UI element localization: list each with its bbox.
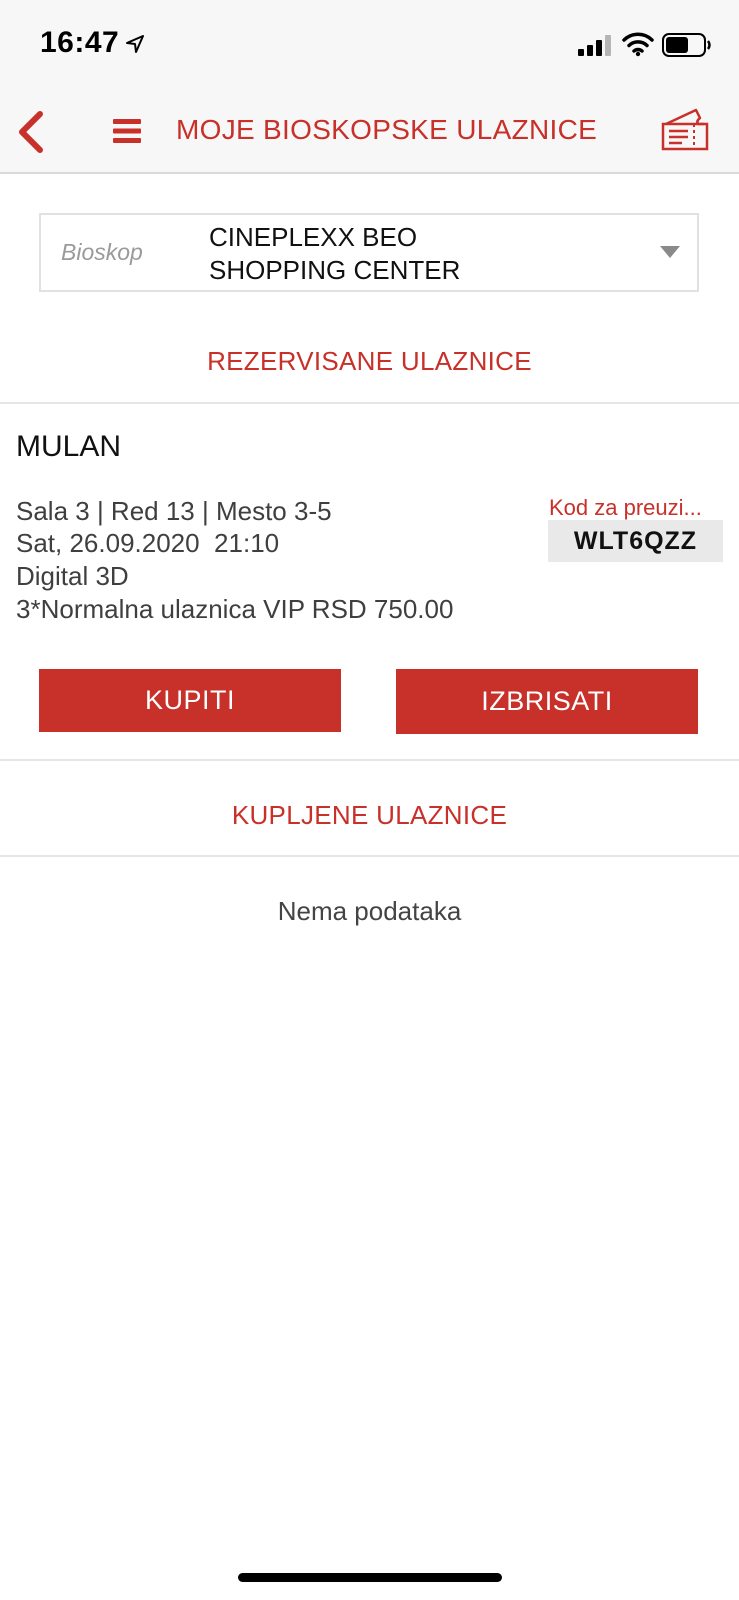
cinema-selected-value: CINEPLEXX BEO SHOPPING CENTER xyxy=(209,222,461,285)
wifi-icon xyxy=(622,32,654,57)
home-indicator[interactable] xyxy=(238,1573,502,1582)
tickets-icon[interactable] xyxy=(660,106,710,152)
movie-title: MULAN xyxy=(16,430,122,463)
divider xyxy=(0,402,739,404)
status-bar: 16:47 xyxy=(0,0,739,90)
divider xyxy=(0,759,739,761)
reserved-tickets-heading: REZERVISANE ULAZNICE xyxy=(207,346,532,376)
dropdown-triangle-icon xyxy=(660,246,680,258)
hall-row-seat: Sala 3 | Red 13 | Mesto 3-5 xyxy=(16,496,332,526)
cinema-label: Bioskop xyxy=(61,239,143,265)
cellular-signal-icon xyxy=(578,35,611,56)
projection-format: Digital 3D xyxy=(16,561,129,591)
buy-button[interactable]: KUPITI xyxy=(39,669,341,732)
battery-icon xyxy=(662,33,711,57)
delete-button[interactable]: IZBRISATI xyxy=(396,669,698,734)
location-arrow-icon xyxy=(126,35,144,53)
pickup-code-label: Kod za preuzi... xyxy=(549,495,702,520)
pickup-code: WLT6QZZ xyxy=(548,520,723,562)
page-title: MOJE BIOSKOPSKE ULAZNICE xyxy=(176,114,598,145)
back-arrow-icon[interactable] xyxy=(14,110,46,154)
ticket-price-line: 3*Normalna ulaznica VIP RSD 750.00 xyxy=(16,594,454,624)
empty-state-text: Nema podataka xyxy=(277,896,462,926)
navigation-bar: MOJE BIOSKOPSKE ULAZNICE xyxy=(0,90,739,174)
purchased-tickets-heading: KUPLJENE ULAZNICE xyxy=(231,800,508,830)
divider xyxy=(0,855,739,857)
hamburger-menu-icon[interactable] xyxy=(113,118,141,144)
cinema-dropdown[interactable]: Bioskop CINEPLEXX BEO SHOPPING CENTER xyxy=(39,213,699,292)
status-time: 16:47 xyxy=(40,26,120,59)
showtime: Sat, 26.09.2020 21:10 xyxy=(16,528,280,558)
